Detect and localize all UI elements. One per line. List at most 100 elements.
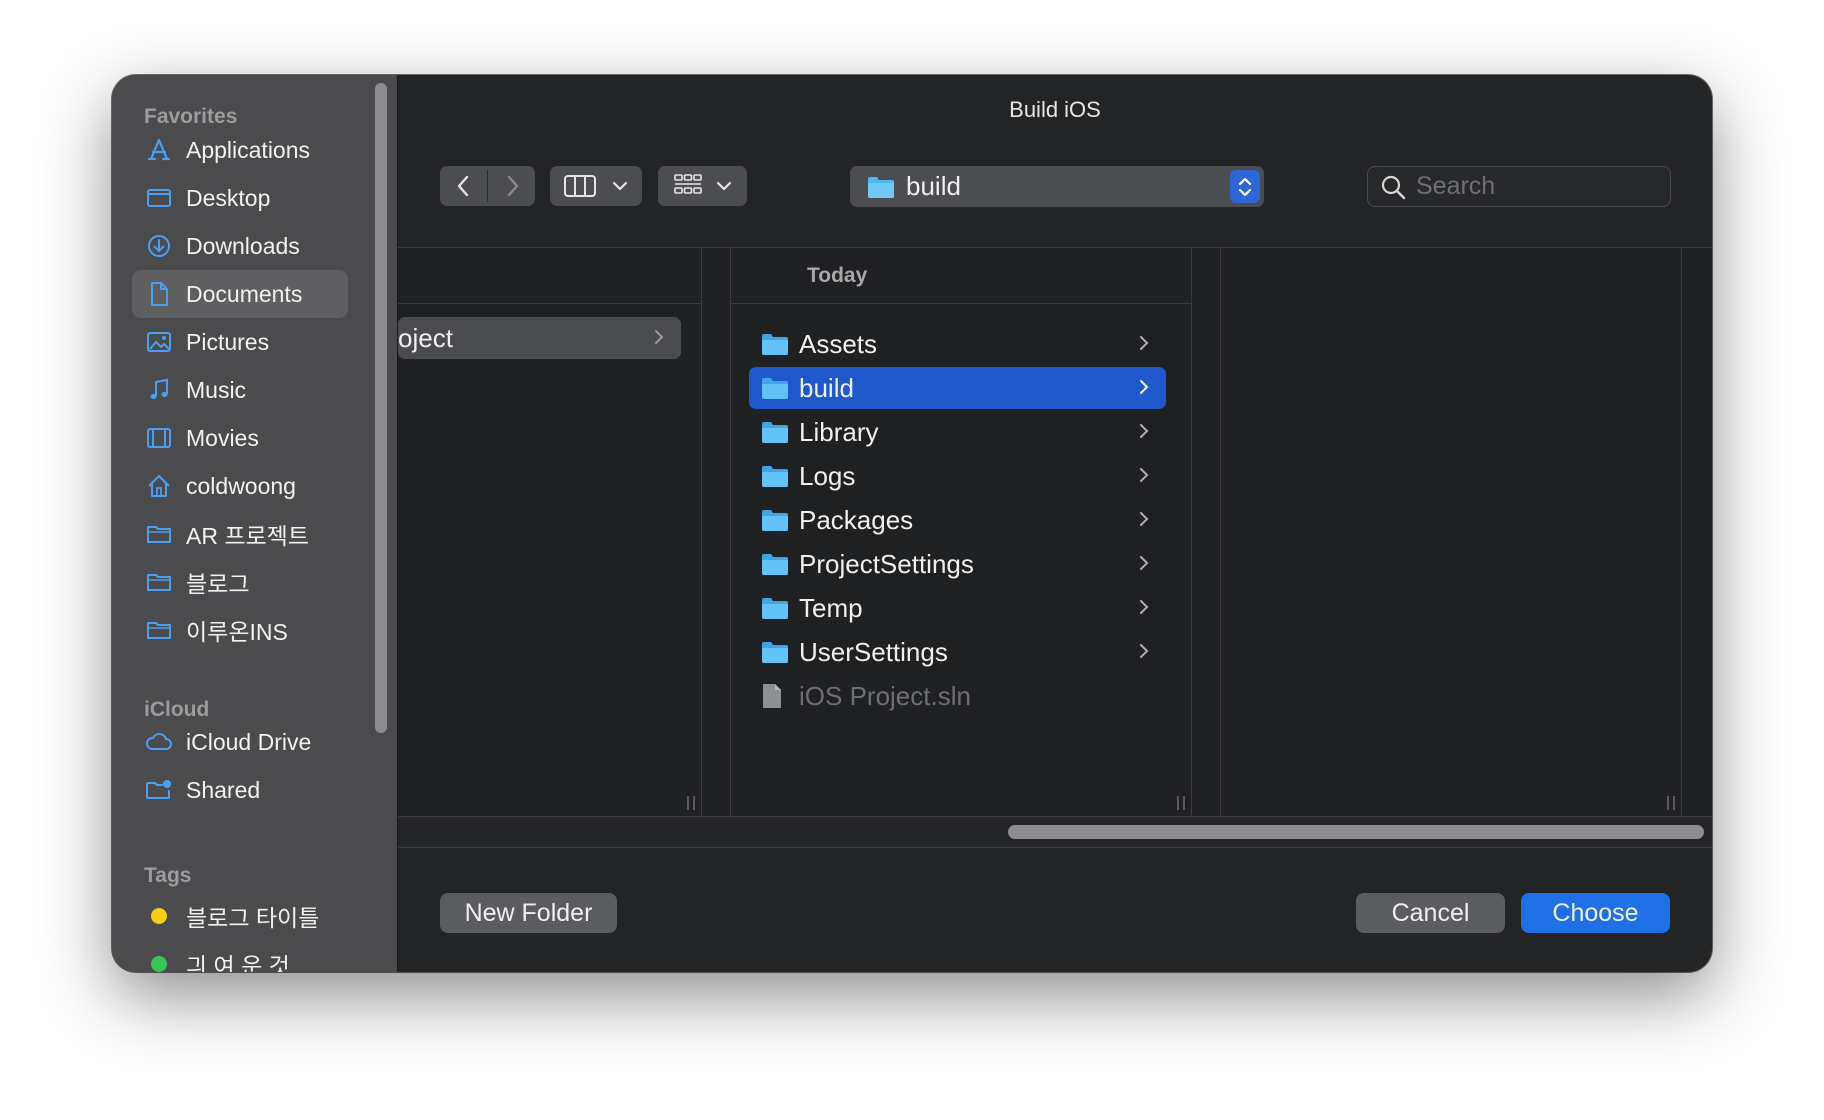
folder-icon bbox=[144, 519, 174, 549]
sidebar-item-label: AR 프로젝트 bbox=[186, 523, 309, 549]
grid-icon bbox=[673, 174, 702, 194]
folder-row[interactable]: Logs bbox=[749, 455, 1166, 497]
sidebar-item-label: 블로그 bbox=[186, 571, 250, 597]
folder-row[interactable]: ProjectSettings bbox=[749, 543, 1166, 585]
folder-icon bbox=[761, 595, 789, 621]
folder-row[interactable]: Temp bbox=[749, 587, 1166, 629]
list-item-label: Packages bbox=[799, 504, 914, 535]
sidebar-item-ar-project[interactable]: AR 프로젝트 bbox=[132, 510, 348, 558]
search-input[interactable] bbox=[1416, 172, 1656, 201]
sidebar-item-label: 블로그 타이틀 bbox=[186, 905, 320, 931]
sidebar-item-desktop[interactable]: Desktop bbox=[132, 174, 348, 222]
folder-icon bbox=[868, 176, 894, 198]
chevron-right-icon bbox=[1134, 553, 1154, 573]
list-item-label: ProjectSettings bbox=[799, 548, 974, 579]
new-folder-button[interactable]: New Folder bbox=[440, 893, 617, 933]
green-tag-dot bbox=[151, 956, 167, 972]
cancel-button[interactable]: Cancel bbox=[1356, 893, 1505, 933]
sidebar-item-pictures[interactable]: Pictures bbox=[132, 318, 348, 366]
sidebar-item-label: coldwoong bbox=[186, 472, 296, 499]
back-forward-control bbox=[440, 166, 535, 206]
folder-row[interactable]: UserSettings bbox=[749, 631, 1166, 673]
chevron-right-icon bbox=[1134, 597, 1154, 617]
sidebar-item-music[interactable]: Music bbox=[132, 366, 348, 414]
sidebar-tag-blog-title[interactable]: 블로그 타이틀 bbox=[132, 892, 348, 940]
list-item-label: build bbox=[799, 372, 854, 403]
list-item-project-folder[interactable]: oject bbox=[398, 317, 681, 359]
document-file-icon bbox=[761, 683, 789, 709]
folder-icon bbox=[761, 331, 789, 357]
sidebar-item-label: Downloads bbox=[186, 232, 300, 259]
list-item-label: Temp bbox=[799, 592, 863, 623]
chevron-left-icon bbox=[457, 175, 468, 197]
sidebar-tag-cute[interactable]: 긔 여 운 것 bbox=[132, 940, 348, 972]
search-field[interactable] bbox=[1367, 166, 1671, 207]
downloads-icon bbox=[144, 231, 174, 261]
folder-icon bbox=[761, 551, 789, 577]
documents-icon bbox=[144, 279, 174, 309]
sidebar-item-downloads[interactable]: Downloads bbox=[132, 222, 348, 270]
sidebar-item-shared[interactable]: Shared bbox=[132, 766, 348, 814]
applications-icon bbox=[144, 135, 174, 165]
sidebar-item-label: iCloud Drive bbox=[186, 728, 312, 755]
folder-row[interactable]: Library bbox=[749, 411, 1166, 453]
sidebar-item-label: Documents bbox=[186, 280, 303, 307]
path-popup-button[interactable]: build bbox=[850, 166, 1264, 207]
column-resize-handle[interactable] bbox=[1667, 796, 1675, 810]
column-resize-handle[interactable] bbox=[1177, 796, 1185, 810]
list-item-label: oject bbox=[398, 322, 453, 353]
browser-column-1: oject bbox=[398, 248, 702, 816]
column-view-icon bbox=[564, 175, 596, 197]
folder-icon bbox=[144, 567, 174, 597]
tags-heading: Tags bbox=[144, 864, 192, 887]
view-mode-button[interactable] bbox=[550, 166, 642, 206]
sidebar-item-icloud-drive[interactable]: iCloud Drive bbox=[132, 718, 348, 766]
column-resize-handle[interactable] bbox=[687, 796, 695, 810]
sidebar-item-documents[interactable]: Documents bbox=[132, 270, 348, 318]
chevron-right-icon bbox=[1134, 421, 1154, 441]
sidebar-item-blog[interactable]: 블로그 bbox=[132, 558, 348, 606]
column-gap bbox=[1192, 248, 1221, 816]
sidebar-item-label: Shared bbox=[186, 776, 261, 803]
group-by-button[interactable] bbox=[658, 166, 747, 206]
sidebar-item-label: 긔 여 운 것 bbox=[186, 953, 290, 972]
chevron-right-icon bbox=[1134, 509, 1154, 529]
chevron-down-icon bbox=[612, 181, 628, 191]
chevron-down-icon bbox=[716, 181, 731, 191]
chevron-right-icon bbox=[1134, 377, 1154, 397]
chevron-right-icon bbox=[1134, 333, 1154, 353]
folder-row[interactable]: build bbox=[749, 367, 1166, 409]
choose-button[interactable]: Choose bbox=[1521, 893, 1670, 933]
chevron-right-icon bbox=[649, 327, 669, 347]
back-button[interactable] bbox=[440, 166, 487, 206]
path-popup-stepper[interactable] bbox=[1230, 170, 1260, 203]
sidebar-item-movies[interactable]: Movies bbox=[132, 414, 348, 462]
up-down-chevron-icon bbox=[1238, 177, 1252, 196]
shared-folder-icon bbox=[144, 775, 174, 805]
column-browser: oject Today Assets build Library Logs Packag… bbox=[398, 247, 1712, 848]
sidebar-item-label: Applications bbox=[186, 136, 311, 163]
forward-button[interactable] bbox=[488, 166, 535, 206]
sidebar-item-iruon-ins[interactable]: 이루온INS bbox=[132, 606, 348, 654]
list-item-label: UserSettings bbox=[799, 636, 948, 667]
list-item-label: iOS Project.sln bbox=[799, 680, 971, 711]
browser-column-2: Today Assets build Library Logs Packages Proj… bbox=[731, 248, 1192, 816]
column-header bbox=[398, 248, 701, 304]
sidebar-item-applications[interactable]: Applications bbox=[132, 126, 348, 174]
sidebar-item-label: Music bbox=[186, 376, 247, 403]
movies-icon bbox=[144, 423, 174, 453]
sidebar-scrollbar[interactable] bbox=[375, 83, 387, 733]
pictures-icon bbox=[144, 327, 174, 357]
cloud-icon bbox=[144, 727, 174, 757]
horizontal-scroll-thumb[interactable] bbox=[1008, 825, 1704, 839]
folder-row[interactable]: Assets bbox=[749, 323, 1166, 365]
sidebar-item-coldwoong[interactable]: coldwoong bbox=[132, 462, 348, 510]
list-item-label: Library bbox=[799, 416, 879, 447]
window-title: Build iOS bbox=[1009, 97, 1101, 122]
path-popup-label: build bbox=[906, 171, 961, 201]
folder-row[interactable]: Packages bbox=[749, 499, 1166, 541]
chevron-right-icon bbox=[1134, 465, 1154, 485]
horizontal-scrollbar[interactable] bbox=[398, 816, 1712, 848]
list-item-label: Assets bbox=[799, 328, 878, 359]
yellow-tag-dot bbox=[151, 908, 167, 924]
